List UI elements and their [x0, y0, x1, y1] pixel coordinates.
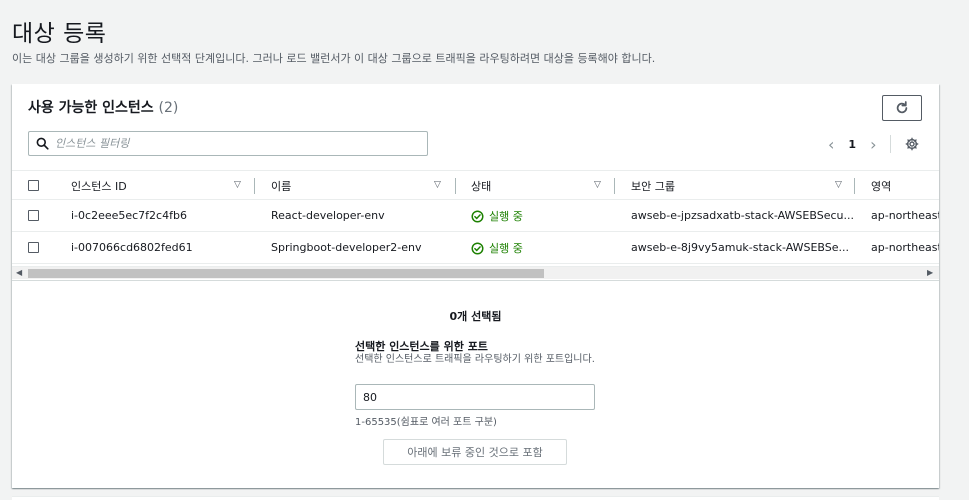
column-header-instance-id[interactable]: 인스턴스 ID	[71, 178, 127, 194]
horizontal-scrollbar[interactable]: ◀ ▶	[12, 266, 939, 279]
current-page[interactable]: 1	[848, 138, 856, 151]
sort-icon[interactable]: ▽	[434, 180, 441, 190]
status-text: 실행 중	[489, 242, 523, 255]
instance-filter[interactable]	[28, 131, 428, 156]
table-header: 인스턴스 ID ▽ 이름 ▽ 상태 ▽ 보안 그룹 ▽ 영역	[12, 170, 939, 200]
column-divider[interactable]	[614, 178, 615, 194]
column-header-name[interactable]: 이름	[271, 178, 291, 194]
chevron-left-icon[interactable]: ‹	[828, 135, 834, 154]
instance-count: (2)	[158, 100, 179, 116]
table-row[interactable]: i-0c2eee5ec7f2c4fb6 React-developer-env …	[12, 200, 939, 232]
row-checkbox[interactable]	[28, 242, 39, 253]
select-all-checkbox[interactable]	[28, 180, 39, 191]
instance-name: React-developer-env	[271, 209, 385, 222]
next-panel-edge	[12, 496, 939, 500]
sort-icon[interactable]: ▽	[835, 180, 842, 190]
instances-table: 인스턴스 ID ▽ 이름 ▽ 상태 ▽ 보안 그룹 ▽ 영역 i-0c2eee5…	[12, 170, 939, 266]
panel-title: 사용 가능한 인스턴스 (2)	[28, 97, 178, 117]
instance-id: i-007066cd6802fed61	[71, 241, 193, 254]
status-text: 실행 중	[489, 210, 523, 223]
column-header-zone[interactable]: 영역	[871, 178, 891, 194]
instance-name: Springboot-developer2-env	[271, 241, 422, 254]
scrollbar-thumb[interactable]	[28, 269, 544, 278]
pager-divider	[890, 135, 892, 153]
check-circle-icon	[471, 241, 484, 255]
column-divider[interactable]	[455, 178, 456, 194]
include-as-pending-button[interactable]: 아래에 보류 중인 것으로 포함	[383, 439, 567, 465]
refresh-button[interactable]	[882, 95, 922, 121]
panel-title-text: 사용 가능한 인스턴스	[28, 100, 154, 116]
column-header-security-group[interactable]: 보안 그룹	[631, 178, 675, 194]
sort-icon[interactable]: ▽	[594, 180, 601, 190]
page-title: 대상 등록	[12, 21, 107, 47]
row-checkbox[interactable]	[28, 210, 39, 221]
table-row[interactable]: i-007066cd6802fed61 Springboot-developer…	[12, 232, 939, 264]
instance-id: i-0c2eee5ec7f2c4fb6	[71, 209, 187, 222]
search-input[interactable]	[55, 132, 427, 155]
selection-section: 0개 선택됨 선택한 인스턴스를 위한 포트 선택한 인스턴스로 트래픽을 라우…	[12, 280, 939, 488]
scroll-left-arrow-icon[interactable]: ◀	[16, 268, 22, 277]
security-group[interactable]: awseb-e-8j9vy5amuk-stack-AWSEBSe...	[631, 241, 849, 254]
port-description: 선택한 인스턴스로 트래픽을 라우팅하기 위한 포트입니다.	[355, 354, 595, 365]
port-label: 선택한 인스턴스를 위한 포트	[355, 340, 488, 353]
zone: ap-northeast	[871, 241, 939, 254]
sort-icon[interactable]: ▽	[234, 180, 241, 190]
page-description: 이는 대상 그룹을 생성하기 위한 선택적 단계입니다. 그러나 로드 밸런서가…	[12, 52, 656, 65]
security-group[interactable]: awseb-e-jpzsadxatb-stack-AWSEBSecu...	[631, 209, 854, 222]
available-instances-panel: 사용 가능한 인스턴스 (2) ‹ 1 ›	[12, 84, 939, 488]
column-header-state[interactable]: 상태	[471, 178, 491, 194]
zone: ap-northeast	[871, 209, 939, 222]
status-running: 실행 중	[471, 208, 523, 224]
gear-icon[interactable]	[905, 137, 919, 151]
scroll-right-arrow-icon[interactable]: ▶	[927, 268, 933, 277]
check-circle-icon	[471, 209, 484, 223]
selected-count: 0개 선택됨	[449, 310, 502, 323]
port-input[interactable]	[355, 384, 595, 410]
column-divider[interactable]	[854, 178, 855, 194]
status-running: 실행 중	[471, 240, 523, 256]
chevron-right-icon[interactable]: ›	[870, 135, 876, 154]
refresh-icon	[896, 101, 908, 114]
search-icon	[29, 137, 55, 150]
pagination: ‹ 1 ›	[828, 134, 919, 154]
column-divider[interactable]	[254, 178, 255, 194]
port-hint: 1-65535(쉼표로 여러 포트 구분)	[355, 417, 497, 428]
